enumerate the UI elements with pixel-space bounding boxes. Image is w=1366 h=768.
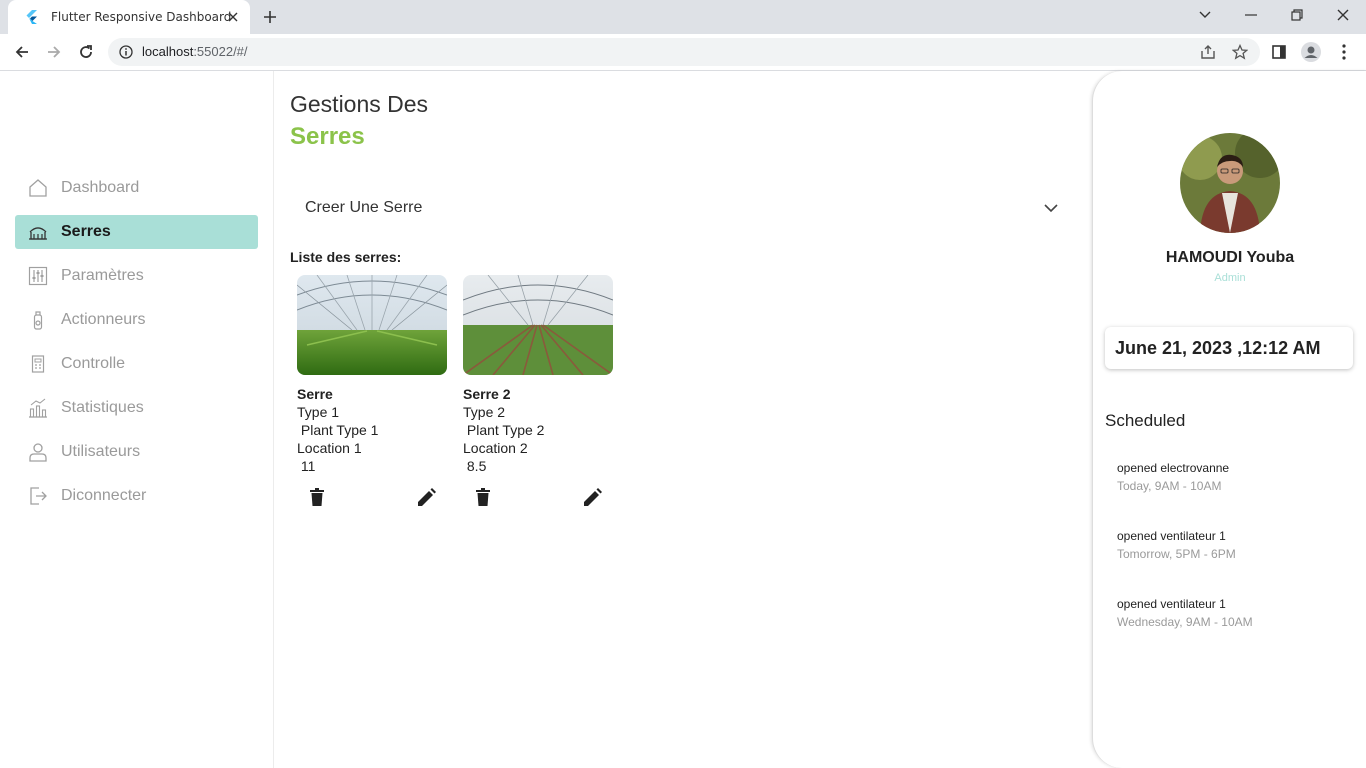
sidebar-item-label: Serres xyxy=(61,223,111,240)
dropdown-label: Creer Une Serre xyxy=(305,199,423,216)
browser-toolbar: localhost:55022/#/ xyxy=(0,34,1366,71)
user-role: Admin xyxy=(1214,272,1246,284)
control-icon xyxy=(27,353,49,375)
sidebar-item-utilisateurs[interactable]: Utilisateurs xyxy=(15,435,258,469)
tab-title: Flutter Responsive Dashboard xyxy=(51,10,232,24)
edit-pencil-icon[interactable] xyxy=(583,485,603,509)
card-actions xyxy=(297,485,447,515)
sidebar-item-label: Dashboard xyxy=(61,179,140,196)
profile-icon[interactable] xyxy=(1299,40,1323,64)
sidebar-item-actionneurs[interactable]: Actionneurs xyxy=(15,303,258,337)
sidebar-item-label: Diconnecter xyxy=(61,487,147,504)
serre-card: Serre 2 Type 2 Plant Type 2 Location 2 8… xyxy=(463,275,613,515)
reload-icon[interactable] xyxy=(74,40,98,64)
url-text[interactable]: localhost:55022/#/ xyxy=(142,44,248,59)
new-tab-icon[interactable] xyxy=(258,6,282,28)
sidebar-item-diconnecter[interactable]: Diconnecter xyxy=(15,479,258,513)
serre-name: Serre xyxy=(297,386,333,402)
event-title: opened electrovanne xyxy=(1117,461,1230,475)
serre-name: Serre 2 xyxy=(463,386,511,402)
side-panel-icon[interactable] xyxy=(1267,40,1291,64)
site-info-icon[interactable] xyxy=(118,44,134,60)
serre-location: Location 1 xyxy=(297,440,362,456)
sidebar-item-controlle[interactable]: Controlle xyxy=(15,347,258,381)
schedule-event[interactable]: opened electrovanne Today, 9AM - 10AM xyxy=(1117,461,1337,493)
minimize-icon[interactable] xyxy=(1228,0,1274,30)
user-name: HAMOUDI Youba xyxy=(1165,249,1295,266)
card-actions xyxy=(463,485,613,515)
serre-location: Location 2 xyxy=(463,440,528,456)
profile-panel: HAMOUDI Youba Admin June 21, 2023 ,12:12… xyxy=(1092,71,1366,768)
url-path: :55022/#/ xyxy=(193,44,248,59)
current-datetime: June 21, 2023 ,12:12 AM xyxy=(1115,337,1321,358)
close-tab-icon[interactable] xyxy=(224,8,242,26)
list-title: Liste des serres: xyxy=(290,249,402,265)
sidebar-item-parametres[interactable]: Paramètres xyxy=(15,259,258,293)
sidebar-item-label: Utilisateurs xyxy=(61,443,141,460)
address-bar[interactable]: localhost:55022/#/ xyxy=(108,38,1260,66)
event-title: opened ventilateur 1 xyxy=(1117,529,1226,543)
schedule-event[interactable]: opened ventilateur 1 Wednesday, 9AM - 10… xyxy=(1117,597,1337,629)
sidebar-item-label: Paramètres xyxy=(61,267,144,284)
delete-icon[interactable] xyxy=(307,485,327,509)
logout-icon xyxy=(27,485,49,507)
flutter-icon xyxy=(23,9,39,25)
chevron-down-icon[interactable] xyxy=(1042,199,1060,217)
sidebar-item-statistiques[interactable]: Statistiques xyxy=(15,391,258,425)
user-icon xyxy=(27,441,49,463)
event-title: opened ventilateur 1 xyxy=(1117,597,1226,611)
share-icon[interactable] xyxy=(1196,40,1220,64)
avatar xyxy=(1180,133,1280,233)
url-host: localhost xyxy=(142,44,194,59)
actuator-icon xyxy=(27,309,49,331)
main-content: Gestions Des Serres Creer Une Serre List… xyxy=(274,71,1092,768)
greenhouse-icon xyxy=(27,221,49,243)
chart-icon xyxy=(27,397,49,419)
create-serre-dropdown[interactable]: Creer Une Serre xyxy=(290,191,1064,225)
date-card: June 21, 2023 ,12:12 AM xyxy=(1105,327,1353,369)
page-title-highlight: Serres xyxy=(290,123,365,150)
sidebar: Dashboard Serres Paramètres Actionneurs … xyxy=(0,71,274,768)
serre-plant-type: Plant Type 1 xyxy=(297,422,379,438)
sidebar-item-dashboard[interactable]: Dashboard xyxy=(15,171,258,205)
delete-icon[interactable] xyxy=(473,485,493,509)
back-arrow-icon[interactable] xyxy=(10,40,34,64)
sidebar-item-serres[interactable]: Serres xyxy=(15,215,258,249)
schedule-title: Scheduled xyxy=(1105,411,1186,430)
page-title: Gestions Des xyxy=(290,91,429,117)
browser-tab-bar: Flutter Responsive Dashboard xyxy=(0,0,1366,34)
event-time: Tomorrow, 5PM - 6PM xyxy=(1117,547,1236,561)
kebab-menu-icon[interactable] xyxy=(1332,40,1356,64)
sidebar-item-label: Controlle xyxy=(61,355,126,372)
forward-arrow-icon[interactable] xyxy=(42,40,66,64)
serre-plant-type: Plant Type 2 xyxy=(463,422,545,438)
bookmark-star-icon[interactable] xyxy=(1228,40,1252,64)
serre-card: Serre Type 1 Plant Type 1 Location 1 11 xyxy=(297,275,447,515)
edit-pencil-icon[interactable] xyxy=(417,485,437,509)
serre-value: 11 xyxy=(297,458,316,474)
sidebar-item-label: Actionneurs xyxy=(61,311,146,328)
serre-value: 8.5 xyxy=(463,458,487,474)
event-time: Today, 9AM - 10AM xyxy=(1117,479,1222,493)
home-icon xyxy=(27,177,49,199)
sidebar-item-label: Statistiques xyxy=(61,399,144,416)
greenhouse-image xyxy=(297,275,447,375)
schedule-event[interactable]: opened ventilateur 1 Tomorrow, 5PM - 6PM xyxy=(1117,529,1337,561)
tab-search-icon[interactable] xyxy=(1182,0,1228,30)
close-window-icon[interactable] xyxy=(1320,0,1366,30)
greenhouse-image xyxy=(463,275,613,375)
sliders-icon xyxy=(27,265,49,287)
event-time: Wednesday, 9AM - 10AM xyxy=(1117,615,1253,629)
restore-icon[interactable] xyxy=(1274,0,1320,30)
browser-tab[interactable]: Flutter Responsive Dashboard xyxy=(8,0,250,34)
serre-type: Type 2 xyxy=(463,404,506,420)
serre-type: Type 1 xyxy=(297,404,340,420)
